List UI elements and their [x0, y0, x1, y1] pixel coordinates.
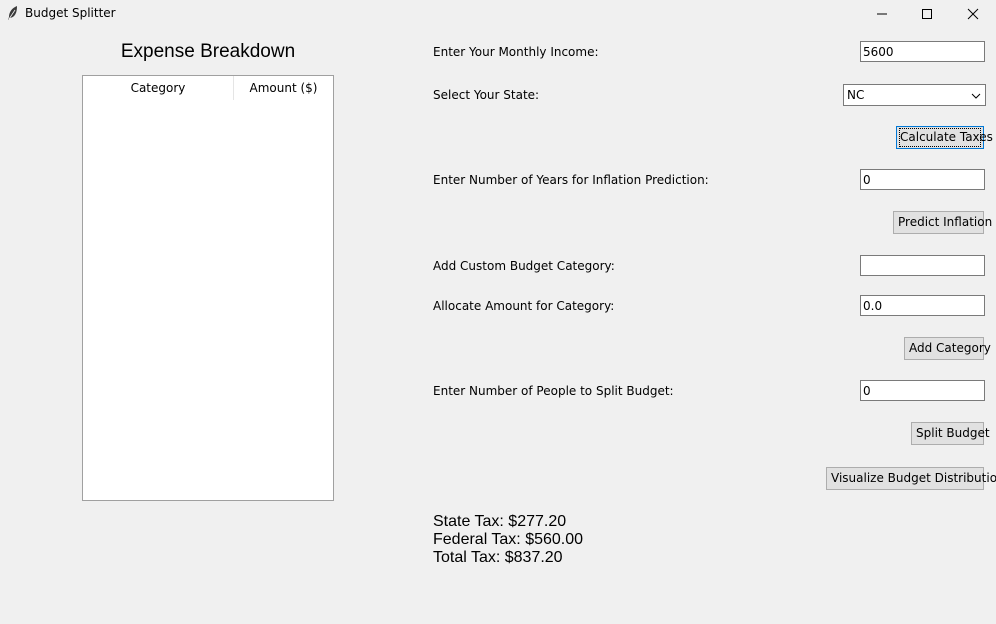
state-label: Select Your State: [433, 88, 540, 102]
chevron-down-icon [971, 90, 981, 104]
allocate-amount-label: Allocate Amount for Category: [433, 299, 615, 313]
predict-inflation-button[interactable]: Predict Inflation [893, 211, 992, 234]
split-people-label: Enter Number of People to Split Budget: [433, 384, 674, 398]
state-select-value: NC [847, 88, 865, 102]
state-tax-result: State Tax: $277.20 [433, 513, 567, 530]
income-label: Enter Your Monthly Income: [433, 45, 599, 59]
expense-table-header: Category Amount ($) [83, 76, 333, 100]
custom-category-label: Add Custom Budget Category: [433, 259, 615, 273]
feather-icon [6, 5, 20, 21]
maximize-button[interactable] [904, 0, 950, 28]
minimize-icon [877, 13, 887, 15]
expense-breakdown-title: Expense Breakdown [120, 41, 296, 62]
inflation-years-label: Enter Number of Years for Inflation Pred… [433, 173, 709, 187]
calculate-taxes-label: Calculate Taxes [899, 128, 993, 147]
state-select[interactable]: NC [843, 84, 986, 106]
custom-category-input[interactable] [860, 255, 985, 276]
split-people-input[interactable] [860, 380, 985, 401]
column-header-amount[interactable]: Amount ($) [234, 76, 333, 100]
expense-table[interactable]: Category Amount ($) [82, 75, 334, 501]
income-input[interactable] [860, 41, 985, 62]
window-title: Budget Splitter [25, 6, 116, 20]
add-category-button[interactable]: Add Category [904, 337, 991, 360]
visualize-budget-button[interactable]: Visualize Budget Distribution [826, 467, 996, 490]
maximize-icon [922, 9, 932, 19]
federal-tax-result: Federal Tax: $560.00 [433, 531, 584, 548]
close-button[interactable] [950, 0, 996, 28]
split-budget-button[interactable]: Split Budget [911, 422, 990, 445]
minimize-button[interactable] [859, 0, 905, 28]
total-tax-result: Total Tax: $837.20 [433, 549, 563, 566]
inflation-years-input[interactable] [860, 169, 985, 190]
calculate-taxes-button[interactable]: Calculate Taxes [896, 126, 993, 149]
title-bar: Budget Splitter [0, 0, 996, 28]
column-header-category[interactable]: Category [83, 76, 234, 100]
allocate-amount-input[interactable] [860, 295, 985, 316]
close-icon [967, 8, 979, 20]
